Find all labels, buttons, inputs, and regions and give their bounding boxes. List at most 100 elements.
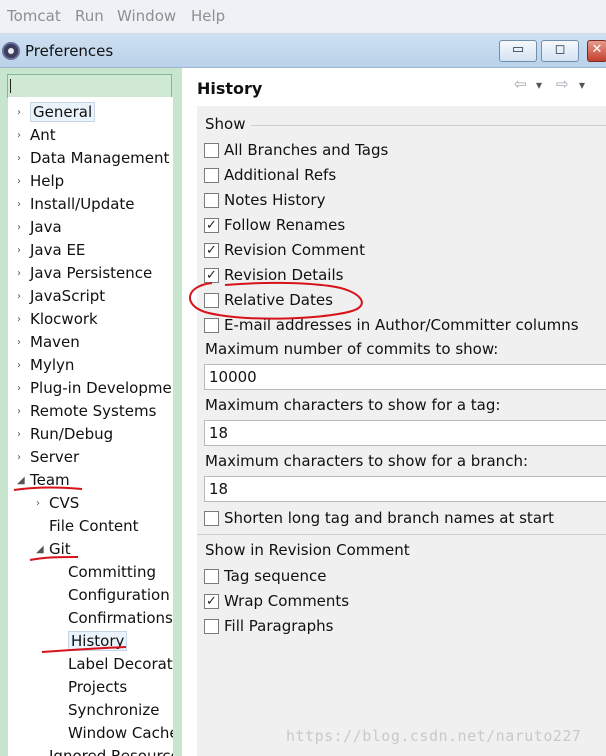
close-button[interactable]: ✕	[587, 40, 606, 62]
tree-item[interactable]: File Content	[49, 515, 139, 538]
checkbox[interactable]: ✓	[204, 268, 219, 283]
checkbox-label: Wrap Comments	[224, 592, 350, 610]
menu-run[interactable]: Run	[75, 7, 104, 25]
history-settings: Show All Branches and Tags Additional Ref…	[197, 106, 606, 756]
maximize-button[interactable]: ◻	[541, 40, 579, 62]
tree-item-label: Java Persistence	[30, 264, 153, 282]
checkbox[interactable]: ✓	[204, 594, 219, 609]
maximize-icon: ◻	[554, 42, 566, 57]
tree-item[interactable]: › Maven	[17, 331, 80, 354]
collapse-arrow-icon[interactable]: ◢	[17, 469, 25, 492]
checkbox[interactable]	[204, 168, 219, 183]
expand-arrow-icon[interactable]: ›	[17, 239, 21, 262]
show-section-divider	[251, 125, 606, 126]
tree-item[interactable]: Projects	[68, 676, 127, 699]
tree-item-label: Configuration	[68, 586, 170, 604]
expand-arrow-icon[interactable]: ›	[17, 308, 21, 331]
tree-item[interactable]: › Mylyn	[17, 354, 75, 377]
tree-item[interactable]: › Klocwork	[17, 308, 98, 331]
tree-item[interactable]: Window Cache	[68, 722, 173, 745]
menu-window[interactable]: Window	[117, 7, 176, 25]
tree-item[interactable]: › Plug-in Development	[17, 377, 173, 400]
tree-item[interactable]: › JavaScript	[17, 285, 106, 308]
expand-arrow-icon[interactable]: ›	[17, 124, 21, 147]
expand-arrow-icon[interactable]: ›	[17, 377, 21, 400]
tree-item[interactable]: › Data Management	[17, 147, 170, 170]
view-menu-icon[interactable]: ▾	[579, 78, 585, 92]
checkbox[interactable]	[204, 193, 219, 208]
page-title: History	[197, 79, 263, 98]
collapse-arrow-icon[interactable]: ◢	[36, 538, 44, 561]
checkbox-label: Additional Refs	[224, 166, 337, 184]
tree-item-team[interactable]: ◢ Team	[17, 469, 70, 492]
tree-item[interactable]: › Java	[17, 216, 62, 239]
tree-item[interactable]: Committing	[68, 561, 156, 584]
minimize-button[interactable]: ▭	[499, 40, 537, 62]
tree-item[interactable]: Configuration	[68, 584, 170, 607]
expand-arrow-icon[interactable]: ›	[17, 446, 21, 469]
tree-item-label: Mylyn	[30, 356, 75, 374]
tree-item-label: Remote Systems	[30, 402, 157, 420]
preference-tree-panel: › General › Ant › Data Management › Help › Instal…	[0, 68, 182, 756]
tree-item[interactable]: › Run/Debug	[17, 423, 113, 446]
tree-item-git[interactable]: ◢ Git	[36, 538, 71, 561]
checkbox-label: Shorten long tag and branch names at sta…	[224, 509, 555, 527]
expand-arrow-icon[interactable]: ›	[17, 216, 21, 239]
checkbox-label: Tag sequence	[224, 567, 327, 585]
back-dropdown-icon[interactable]: ▾	[536, 78, 542, 92]
tree-item[interactable]: › Java Persistence	[17, 262, 153, 285]
tree-item[interactable]: › Help	[17, 170, 64, 193]
expand-arrow-icon[interactable]: ›	[17, 193, 21, 216]
checkbox[interactable]	[204, 619, 219, 634]
expand-arrow-icon[interactable]: ›	[36, 492, 40, 515]
number-input[interactable]: 18	[204, 476, 606, 502]
close-icon: ✕	[591, 42, 603, 57]
expand-arrow-icon[interactable]: ›	[17, 400, 21, 423]
tree-item-label: Data Management	[30, 149, 170, 167]
preference-tree[interactable]: › General › Ant › Data Management › Help › Instal…	[8, 101, 173, 756]
expand-arrow-icon[interactable]: ›	[17, 423, 21, 446]
expand-arrow-icon[interactable]: ›	[17, 331, 21, 354]
number-input[interactable]: 18	[204, 420, 606, 446]
tree-item-label: Window Cache	[68, 724, 173, 742]
tree-item[interactable]: › Install/Update	[17, 193, 135, 216]
tree-item[interactable]: › CVS	[36, 492, 79, 515]
tree-item-label: Install/Update	[30, 195, 135, 213]
expand-arrow-icon[interactable]: ›	[17, 285, 21, 308]
tree-item-label: Java	[30, 218, 62, 236]
back-arrow-icon[interactable]: ⇦	[514, 75, 527, 93]
tree-item[interactable]: › Remote Systems	[17, 400, 157, 423]
tree-item[interactable]: Synchronize	[68, 699, 159, 722]
tree-item-label: General	[30, 102, 96, 122]
menu-tomcat[interactable]: Tomcat	[7, 7, 61, 25]
tree-item[interactable]: › Server	[17, 446, 80, 469]
watermark: https://blog.csdn.net/naruto227	[286, 727, 582, 745]
tree-item[interactable]: Confirmations	[68, 607, 173, 630]
expand-arrow-icon[interactable]: ›	[17, 354, 21, 377]
expand-arrow-icon[interactable]: ›	[17, 101, 21, 124]
checkbox[interactable]: ✓	[204, 243, 219, 258]
checkbox[interactable]	[204, 318, 219, 333]
tree-item-label: Server	[30, 448, 80, 466]
filter-input[interactable]	[7, 74, 172, 98]
expand-arrow-icon[interactable]: ›	[17, 170, 21, 193]
tree-item[interactable]: › General	[17, 101, 96, 124]
checkbox[interactable]	[204, 511, 219, 526]
checkbox[interactable]	[204, 143, 219, 158]
expand-arrow-icon[interactable]: ›	[17, 262, 21, 285]
tree-item[interactable]: Ignored Resources	[49, 745, 173, 756]
checkbox[interactable]: ✓	[204, 218, 219, 233]
tree-item-label: Java EE	[30, 241, 86, 259]
tree-item[interactable]: History	[68, 630, 128, 653]
checkbox[interactable]	[204, 293, 219, 308]
number-input[interactable]: 10000	[204, 364, 606, 390]
tree-item[interactable]: › Ant	[17, 124, 56, 147]
tree-item-label: JavaScript	[30, 287, 106, 305]
tree-item[interactable]: › Java EE	[17, 239, 86, 262]
forward-arrow-icon[interactable]: ⇨	[556, 75, 569, 93]
tree-item-label: Ant	[30, 126, 56, 144]
tree-item[interactable]: Label Decorations	[68, 653, 173, 676]
menu-help[interactable]: Help	[191, 7, 225, 25]
checkbox[interactable]	[204, 569, 219, 584]
expand-arrow-icon[interactable]: ›	[17, 147, 21, 170]
